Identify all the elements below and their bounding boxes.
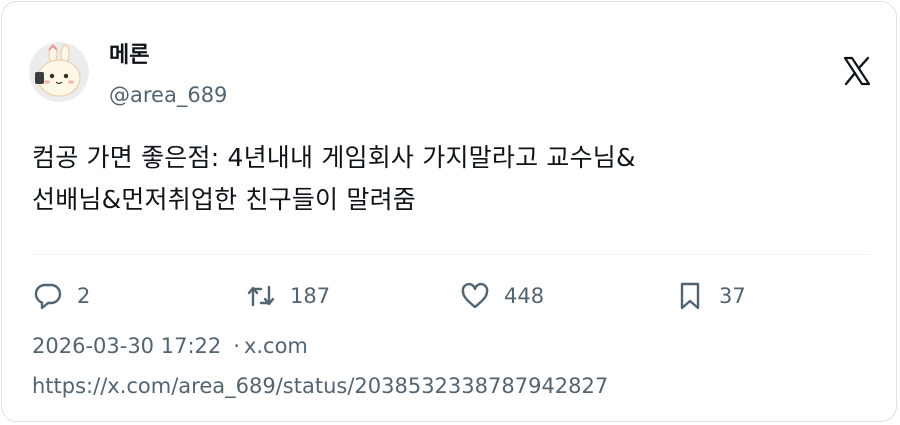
bookmark-button[interactable]: 37 <box>675 279 746 313</box>
avatar[interactable] <box>29 42 89 102</box>
tweet-url[interactable]: https://x.com/area_689/status/2038532338… <box>32 372 608 400</box>
bunny-avatar-icon <box>29 42 89 102</box>
retweet-button[interactable]: 187 <box>246 279 330 313</box>
bookmark-count: 37 <box>719 284 746 308</box>
tweet-text-line: 선배님&먼저취업한 친구들이 말려줌 <box>32 185 416 214</box>
source-link[interactable]: x.com <box>244 334 308 358</box>
user-handle[interactable]: @area_689 <box>109 82 227 108</box>
retweet-count: 187 <box>290 284 331 308</box>
reply-count: 2 <box>77 284 91 308</box>
reply-button[interactable]: 2 <box>33 279 90 313</box>
tweet-text: 컴공 가면 좋은점: 4년내내 게임회사 가지말라고 교수님& 선배님&먼저취업… <box>32 137 872 221</box>
divider <box>32 254 870 255</box>
timestamp-row: 2026-03-30 17:22 · x.com <box>32 332 308 360</box>
heart-icon <box>461 282 489 309</box>
separator: · <box>233 334 240 358</box>
retweet-icon <box>247 285 275 307</box>
timestamp[interactable]: 2026-03-30 17:22 <box>32 334 221 358</box>
display-name[interactable]: 메론 <box>109 42 149 70</box>
tweet-card: 메론 @area_689 컴공 가면 좋은점: 4년내내 게임회사 가지말라고 … <box>1 1 897 422</box>
x-logo-icon[interactable] <box>843 56 871 86</box>
bookmark-icon <box>680 282 700 310</box>
tweet-text-line: 컴공 가면 좋은점: 4년내내 게임회사 가지말라고 교수님& <box>32 143 636 172</box>
like-button[interactable]: 448 <box>460 279 544 313</box>
like-count: 448 <box>504 284 545 308</box>
reply-icon <box>34 283 62 310</box>
